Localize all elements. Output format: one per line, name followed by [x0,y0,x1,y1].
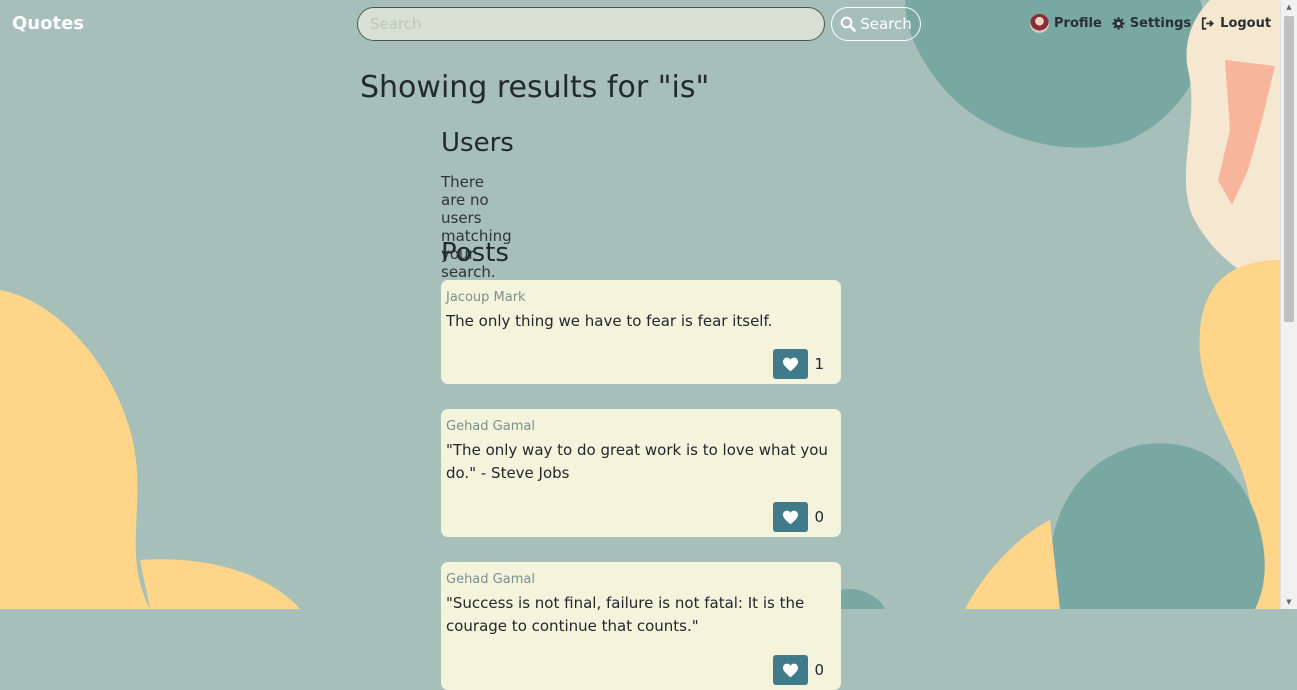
page-scrollbar[interactable]: ▲ ▼ [1280,0,1297,609]
nav-links: Profile Settings Logout [1030,14,1271,33]
brand-logo[interactable]: Quotes [12,13,84,34]
settings-label: Settings [1129,16,1192,31]
like-row: 1 [773,349,824,379]
like-button[interactable] [773,349,809,379]
heart-icon [783,663,799,677]
post-text: "Success is not final, failure is not fa… [446,594,805,635]
like-count: 0 [814,661,824,679]
post-author[interactable]: Gehad Gamal [446,419,836,434]
like-row: 0 [773,502,824,532]
settings-link[interactable]: Settings [1112,16,1191,31]
profile-label: Profile [1054,16,1102,31]
search-button-label: Search [860,15,912,33]
logout-icon [1202,17,1214,30]
search-input[interactable] [357,7,825,41]
teal-blob-bottom-right [1048,443,1265,609]
gear-icon [1112,17,1125,30]
heart-icon [783,510,799,524]
search-button[interactable]: Search [831,7,921,41]
post-card: Jacoup Mark The only thing we have to fe… [441,280,841,384]
users-heading: Users [441,128,514,158]
like-count: 1 [814,355,824,373]
navbar: Quotes Search Profile Settings [0,0,1281,50]
post-card: Gehad Gamal "Success is not final, failu… [441,562,841,690]
yellow-blob-bottom-left [140,559,300,609]
page-title: Showing results for "is" [360,70,710,105]
post-card: Gehad Gamal "The only way to do great wo… [441,409,841,537]
yellow-blob-left [0,290,150,609]
post-text: "The only way to do great work is to lov… [446,441,828,482]
logout-link[interactable]: Logout [1201,16,1271,31]
teal-blob-bottom-center [838,588,885,609]
scrollbar-thumb[interactable] [1284,16,1294,322]
profile-link[interactable]: Profile [1030,14,1102,33]
like-count: 0 [814,508,824,526]
heart-icon [783,357,799,371]
like-button[interactable] [773,655,809,685]
scroll-down-arrow[interactable]: ▼ [1281,595,1297,609]
post-author[interactable]: Jacoup Mark [446,290,836,305]
posts-heading: Posts [441,238,509,268]
post-text: The only thing we have to fear is fear i… [446,312,773,330]
yellow-blob-bottom-right [965,520,1060,609]
post-author[interactable]: Gehad Gamal [446,572,836,587]
like-button[interactable] [773,502,809,532]
scroll-up-arrow[interactable]: ▲ [1281,0,1297,14]
search-icon [840,16,857,32]
logout-label: Logout [1220,16,1272,31]
avatar [1030,14,1049,33]
like-row: 0 [773,655,824,685]
